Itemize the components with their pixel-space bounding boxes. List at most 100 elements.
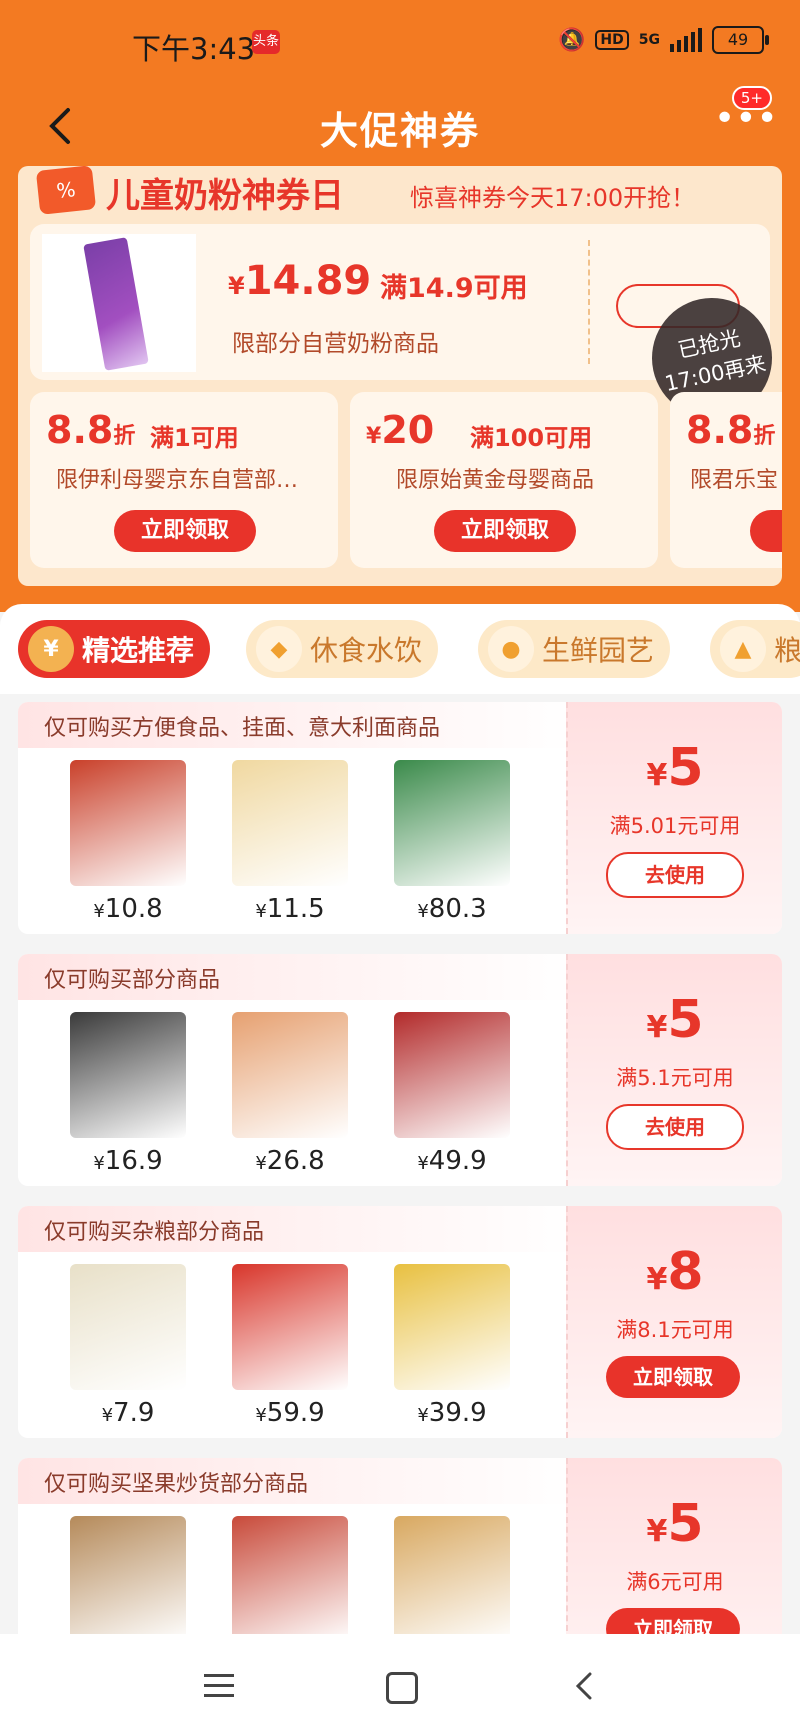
page-title: 大促神券 [319,109,480,153]
coupon-value: 8.8折 [46,408,136,452]
nav-bar: 大促神券 ••• 5+ [0,86,800,166]
claim-button[interactable]: 立 [750,510,782,552]
percent-icon: % [35,166,97,215]
coupon-condition: 满6元可用 [626,1570,724,1594]
product-image [394,1516,510,1642]
product-item[interactable]: ¥10.8 [58,760,198,924]
tab-label: 粮 [774,634,800,667]
use-button[interactable]: 去使用 [606,1104,744,1150]
product-image [232,1012,348,1138]
coupon-amount: ¥14.89 [228,258,372,304]
product-item[interactable]: ¥11.5 [220,760,360,924]
product-item[interactable] [382,1516,522,1642]
product-price: ¥49.9 [417,1146,487,1176]
product-image [232,1516,348,1642]
product-coupon-card: 仅可购买杂粮部分商品 ¥7.9 ¥59.9 ¥39.9 ¥8 满8.1元可用 立… [18,1206,782,1438]
coupon-icon: ¥ [28,626,74,672]
claim-button[interactable]: 立即领取 [606,1356,740,1398]
product-price: ¥59.9 [255,1398,325,1428]
coupon-value: ¥5 [646,738,704,798]
product-item[interactable]: ¥49.9 [382,1012,522,1176]
status-bar: 下午3:43 头条 🔕 HD 5G 49 [0,0,800,86]
coupon-value: 8.8折 [686,408,776,452]
product-price: ¥26.8 [255,1146,325,1176]
tab-label: 休食水饮 [310,634,423,667]
back-icon[interactable] [574,1672,594,1700]
coupon-condition: 满5.1元可用 [616,1066,734,1090]
product-price: ¥10.8 [93,894,163,924]
product-image [70,1012,186,1138]
mute-bell-icon: 🔕 [558,27,586,53]
product-item[interactable]: ¥80.3 [382,760,522,924]
product-item[interactable]: ¥16.9 [58,1012,198,1176]
product-image [394,1264,510,1390]
coupon-value: ¥20 [366,408,435,452]
tab-fresh-garden[interactable]: ● 生鲜园艺 [478,620,671,678]
card-header: 仅可购买方便食品、挂面、意大利面商品 [18,702,578,748]
claim-button[interactable]: 立即领取 [434,510,576,552]
promo-coupon-area: % 儿童奶粉神券日 惊喜神券今天17:00开抢！ ¥14.89 满14.9可用 … [18,166,782,586]
tab-featured[interactable]: ¥ 精选推荐 [18,620,211,678]
coupon-condition: 满14.9可用 [380,273,528,304]
product-image [70,760,186,886]
coupon-value: ¥8 [646,1242,704,1302]
card-title: 仅可购买部分商品 [44,968,221,993]
product-image [394,1012,510,1138]
system-nav-bar [0,1634,800,1733]
promo-header: % 儿童奶粉神券日 惊喜神券今天17:00开抢！ [18,166,782,224]
use-button[interactable]: 去使用 [606,852,744,898]
coupon-desc: 限部分自营奶粉商品 [232,331,439,357]
product-price: ¥16.9 [93,1146,163,1176]
card-title: 仅可购买杂粮部分商品 [44,1220,265,1245]
card-header: 仅可购买坚果炒货部分商品 [18,1458,578,1504]
card-title: 仅可购买坚果炒货部分商品 [44,1472,309,1497]
tab-snacks-drinks[interactable]: ◆ 休食水饮 [246,620,439,678]
snack-icon: ◆ [256,626,302,672]
notification-badge: 5+ [731,86,772,110]
coupon-value-panel: ¥5 满5.01元可用 去使用 [566,702,782,934]
claim-button[interactable]: 立即领取 [114,510,256,552]
coupon-desc: 限君乐宝 [690,468,779,493]
main-coupon[interactable]: ¥14.89 满14.9可用 限部分自营奶粉商品 已抢光 17:00再来 [30,224,782,430]
product-price: ¥39.9 [417,1398,487,1428]
coupon-row: 8.8折 满1可用 限伊利母婴京东自营部… 立即领取 ¥20 满100可用 限原… [30,392,782,568]
card-header: 仅可购买杂粮部分商品 [18,1206,578,1252]
product-item[interactable]: ¥59.9 [220,1264,360,1428]
coupon-desc: 限原始黄金母婴商品 [396,468,595,493]
network-label: 5G [638,32,660,48]
product-price: ¥11.5 [255,894,325,924]
more-icon[interactable]: ••• [714,101,778,140]
signal-icon [670,28,702,52]
status-indicators: 🔕 HD 5G 49 [558,26,769,54]
grain-bag-icon: ▲ [720,626,766,672]
durian-icon: ● [488,626,534,672]
promo-title: 儿童奶粉神券日 [106,176,344,216]
product-item[interactable]: ¥7.9 [58,1264,198,1428]
product-image [70,1264,186,1390]
card-title: 仅可购买方便食品、挂面、意大利面商品 [44,716,441,741]
product-price: ¥7.9 [101,1398,155,1428]
tab-label: 生鲜园艺 [542,634,655,667]
product-image [232,1264,348,1390]
product-coupon-card: 仅可购买方便食品、挂面、意大利面商品 ¥10.8 ¥11.5 ¥80.3 ¥5 … [18,702,782,934]
coupon-card: 8.8折 满1可用 限伊利母婴京东自营部… 立即领取 [30,392,338,568]
product-item[interactable]: ¥39.9 [382,1264,522,1428]
product-item[interactable]: ¥26.8 [220,1012,360,1176]
coupon-card: 8.8折 限君乐宝 立 [670,392,782,568]
coupon-card: ¥20 满100可用 限原始黄金母婴商品 立即领取 [350,392,658,568]
product-image [232,760,348,886]
coupon-desc: 限伊利母婴京东自营部… [56,468,299,493]
tab-grains[interactable]: ▲ 粮 [710,620,800,678]
product-image [70,1516,186,1642]
coupon-divider [588,240,590,364]
menu-icon[interactable] [204,1674,234,1698]
card-header: 仅可购买部分商品 [18,954,578,1000]
battery-icon: 49 [712,26,769,54]
status-time: 下午3:43 [132,32,256,66]
home-icon[interactable] [386,1672,418,1704]
product-price: ¥80.3 [417,894,487,924]
coupon-condition: 满100可用 [470,424,593,452]
product-item[interactable] [58,1516,198,1642]
coupon-value: ¥5 [646,990,704,1050]
product-item[interactable] [220,1516,360,1642]
